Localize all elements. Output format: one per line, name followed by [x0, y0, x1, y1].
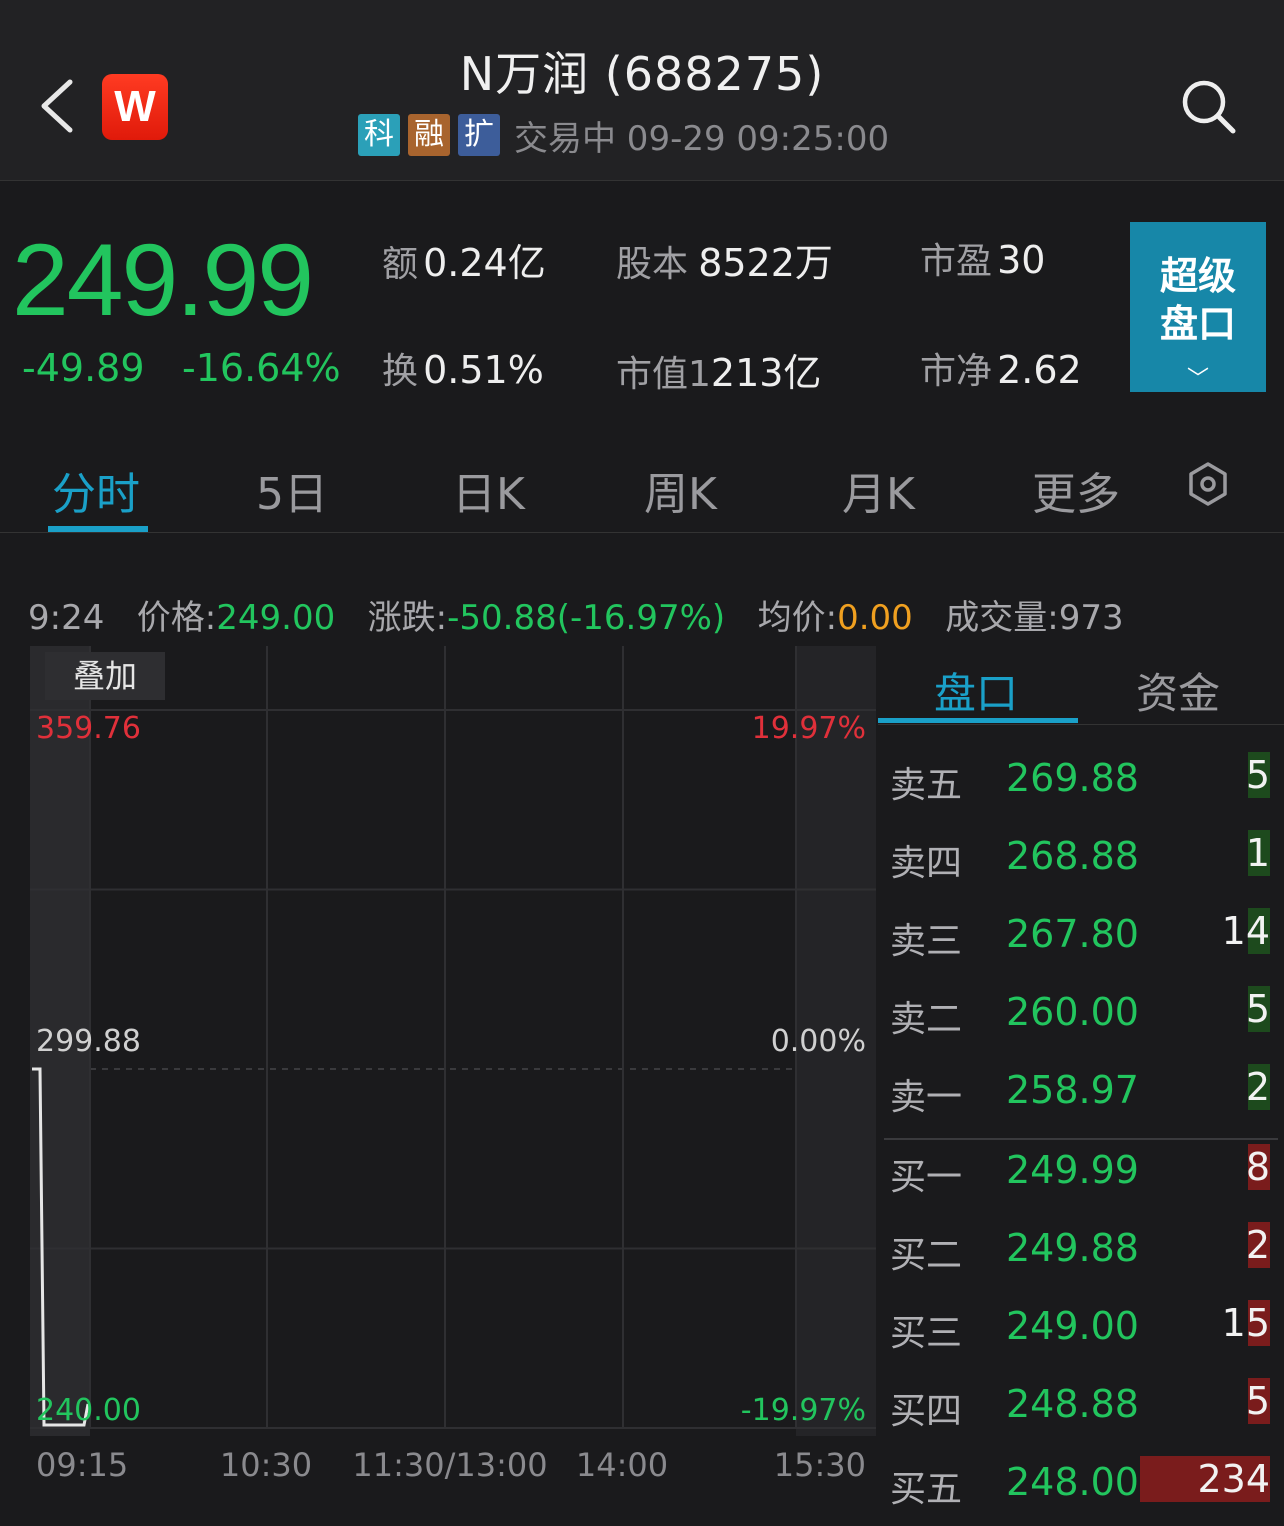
bid-row[interactable]: 买一 249.99 8	[890, 1136, 1272, 1214]
level-price: 249.99	[1006, 1148, 1139, 1192]
info-price: 249.00	[216, 598, 336, 638]
stat-share-capital: 股本 8522万	[616, 241, 833, 285]
x-tick-label: 09:15	[36, 1446, 128, 1484]
level-price: 248.00	[1006, 1460, 1139, 1504]
stock-title: N万润 (688275)	[459, 47, 825, 101]
tag-star-market: 科	[358, 114, 400, 156]
stat-turnover-rate: 换 0.51%	[382, 348, 544, 392]
tab-5day[interactable]: 5日	[256, 458, 328, 522]
info-volume: 973	[1058, 598, 1124, 638]
super-button-line1: 超级	[1159, 254, 1236, 298]
level-volume: 5	[1245, 753, 1270, 797]
level-price: 268.88	[1006, 834, 1139, 878]
stat-turnover-amount: 额 0.24亿	[382, 241, 546, 285]
chart-background	[30, 646, 876, 1503]
level-volume: 5	[1245, 1379, 1270, 1423]
settings-hexagon-icon[interactable]	[1186, 462, 1230, 506]
level-volume: 2	[1245, 1065, 1270, 1109]
order-book-tab-indicator	[878, 718, 1078, 723]
ask-row[interactable]: 卖二 260.00 5	[890, 978, 1272, 1056]
level-label: 买三	[890, 1313, 963, 1354]
tag-margin: 融	[408, 114, 450, 156]
stat-pe-ratio: 市盈 30	[920, 238, 1046, 282]
bid-row[interactable]: 买五 248.00 234	[890, 1448, 1272, 1526]
level-price: 248.88	[1006, 1382, 1139, 1426]
price-change: -49.89	[22, 346, 145, 390]
trading-status: 交易中 09-29 09:25:00	[514, 118, 890, 159]
tab-more[interactable]: 更多	[1032, 458, 1120, 522]
level-label: 卖一	[890, 1077, 963, 1118]
level-label: 买四	[890, 1391, 963, 1432]
x-tick-label: 14:00	[576, 1446, 668, 1484]
info-volume-label: 成交量:	[945, 598, 1059, 638]
y-tick-label-percent: 0.00%	[771, 1024, 866, 1059]
level-volume: 234	[1197, 1457, 1270, 1501]
info-avg: 0.00	[837, 598, 913, 638]
divider	[0, 532, 1284, 533]
info-price-label: 价格:	[136, 598, 217, 638]
super-order-book-button[interactable]: 超级 盘口 ﹀	[1130, 222, 1266, 392]
x-tick-label: 10:30	[220, 1446, 312, 1484]
level-price: 269.88	[1006, 756, 1139, 800]
intraday-chart[interactable]: 359.76 299.88 240.00 19.97% 0.00% -19.97% 09:…	[30, 646, 876, 1503]
level-label: 买一	[890, 1157, 963, 1198]
x-tick-label: 15:30	[774, 1446, 866, 1484]
info-avg-label: 均价:	[757, 598, 838, 638]
tab-capital-flow[interactable]: 资金	[1136, 660, 1220, 721]
stat-market-cap: 市值1213亿	[616, 351, 822, 395]
level-label: 卖三	[890, 921, 963, 962]
tab-weekly-k[interactable]: 周K	[644, 458, 717, 522]
level-price: 258.97	[1006, 1068, 1139, 1112]
level-price: 267.80	[1006, 912, 1139, 956]
level-price: 249.88	[1006, 1226, 1139, 1270]
y-tick-label-percent: 19.97%	[752, 711, 866, 746]
level-price: 260.00	[1006, 990, 1139, 1034]
level-label: 卖四	[890, 843, 963, 884]
search-icon[interactable]	[1180, 78, 1236, 134]
ask-row[interactable]: 卖一 258.97 2	[890, 1056, 1272, 1134]
price-change-percent: -16.64%	[182, 346, 341, 390]
crosshair-info-line: 9:24 价格:249.00 涨跌:-50.88(-16.97%) 均价:0.0…	[28, 590, 1124, 639]
level-volume: 14	[1221, 909, 1270, 953]
tab-daily-k[interactable]: 日K	[452, 458, 525, 522]
stat-pb-ratio: 市净 2.62	[920, 348, 1082, 392]
info-time: 9:24	[28, 598, 105, 638]
level-volume: 1	[1245, 831, 1270, 875]
divider	[878, 724, 1284, 725]
level-volume: 2	[1245, 1223, 1270, 1267]
super-button-line2: 盘口	[1159, 302, 1236, 346]
bid-row[interactable]: 买四 248.88 5	[890, 1370, 1272, 1448]
chevron-down-icon: ﹀	[1186, 367, 1209, 392]
level-label: 买五	[890, 1469, 963, 1510]
stock-subtitle: 科 融 扩 交易中 09-29 09:25:00	[358, 114, 889, 159]
level-volume: 5	[1245, 987, 1270, 1031]
info-change-label: 涨跌:	[367, 598, 448, 638]
ask-row[interactable]: 卖四 268.88 1	[890, 822, 1272, 900]
tab-monthly-k[interactable]: 月K	[842, 458, 915, 522]
tab-intraday[interactable]: 分时	[52, 458, 140, 522]
level-price: 249.00	[1006, 1304, 1139, 1348]
level-label: 买二	[890, 1235, 963, 1276]
info-change: -50.88(-16.97%)	[447, 598, 726, 638]
y-tick-label: 359.76	[36, 711, 141, 746]
x-tick-label: 11:30/13:00	[352, 1446, 547, 1484]
tab-order-book[interactable]: 盘口	[934, 660, 1018, 721]
bid-row[interactable]: 买二 249.88 2	[890, 1214, 1272, 1292]
y-tick-label: 299.88	[36, 1024, 141, 1059]
level-volume: 8	[1245, 1145, 1270, 1189]
ask-row[interactable]: 卖三 267.80 14	[890, 900, 1272, 978]
bid-row[interactable]: 买三 249.00 15	[890, 1292, 1272, 1370]
level-label: 卖五	[890, 765, 963, 806]
level-volume: 15	[1221, 1301, 1270, 1345]
tag-expanded: 扩	[458, 114, 500, 156]
ask-row[interactable]: 卖五 269.88 5	[890, 744, 1272, 822]
current-price: 249.99	[12, 223, 314, 337]
level-label: 卖二	[890, 999, 963, 1040]
y-tick-label-percent: -19.97%	[741, 1393, 866, 1428]
overlay-button[interactable]: 叠加	[45, 652, 165, 700]
y-tick-label: 240.00	[36, 1393, 141, 1428]
